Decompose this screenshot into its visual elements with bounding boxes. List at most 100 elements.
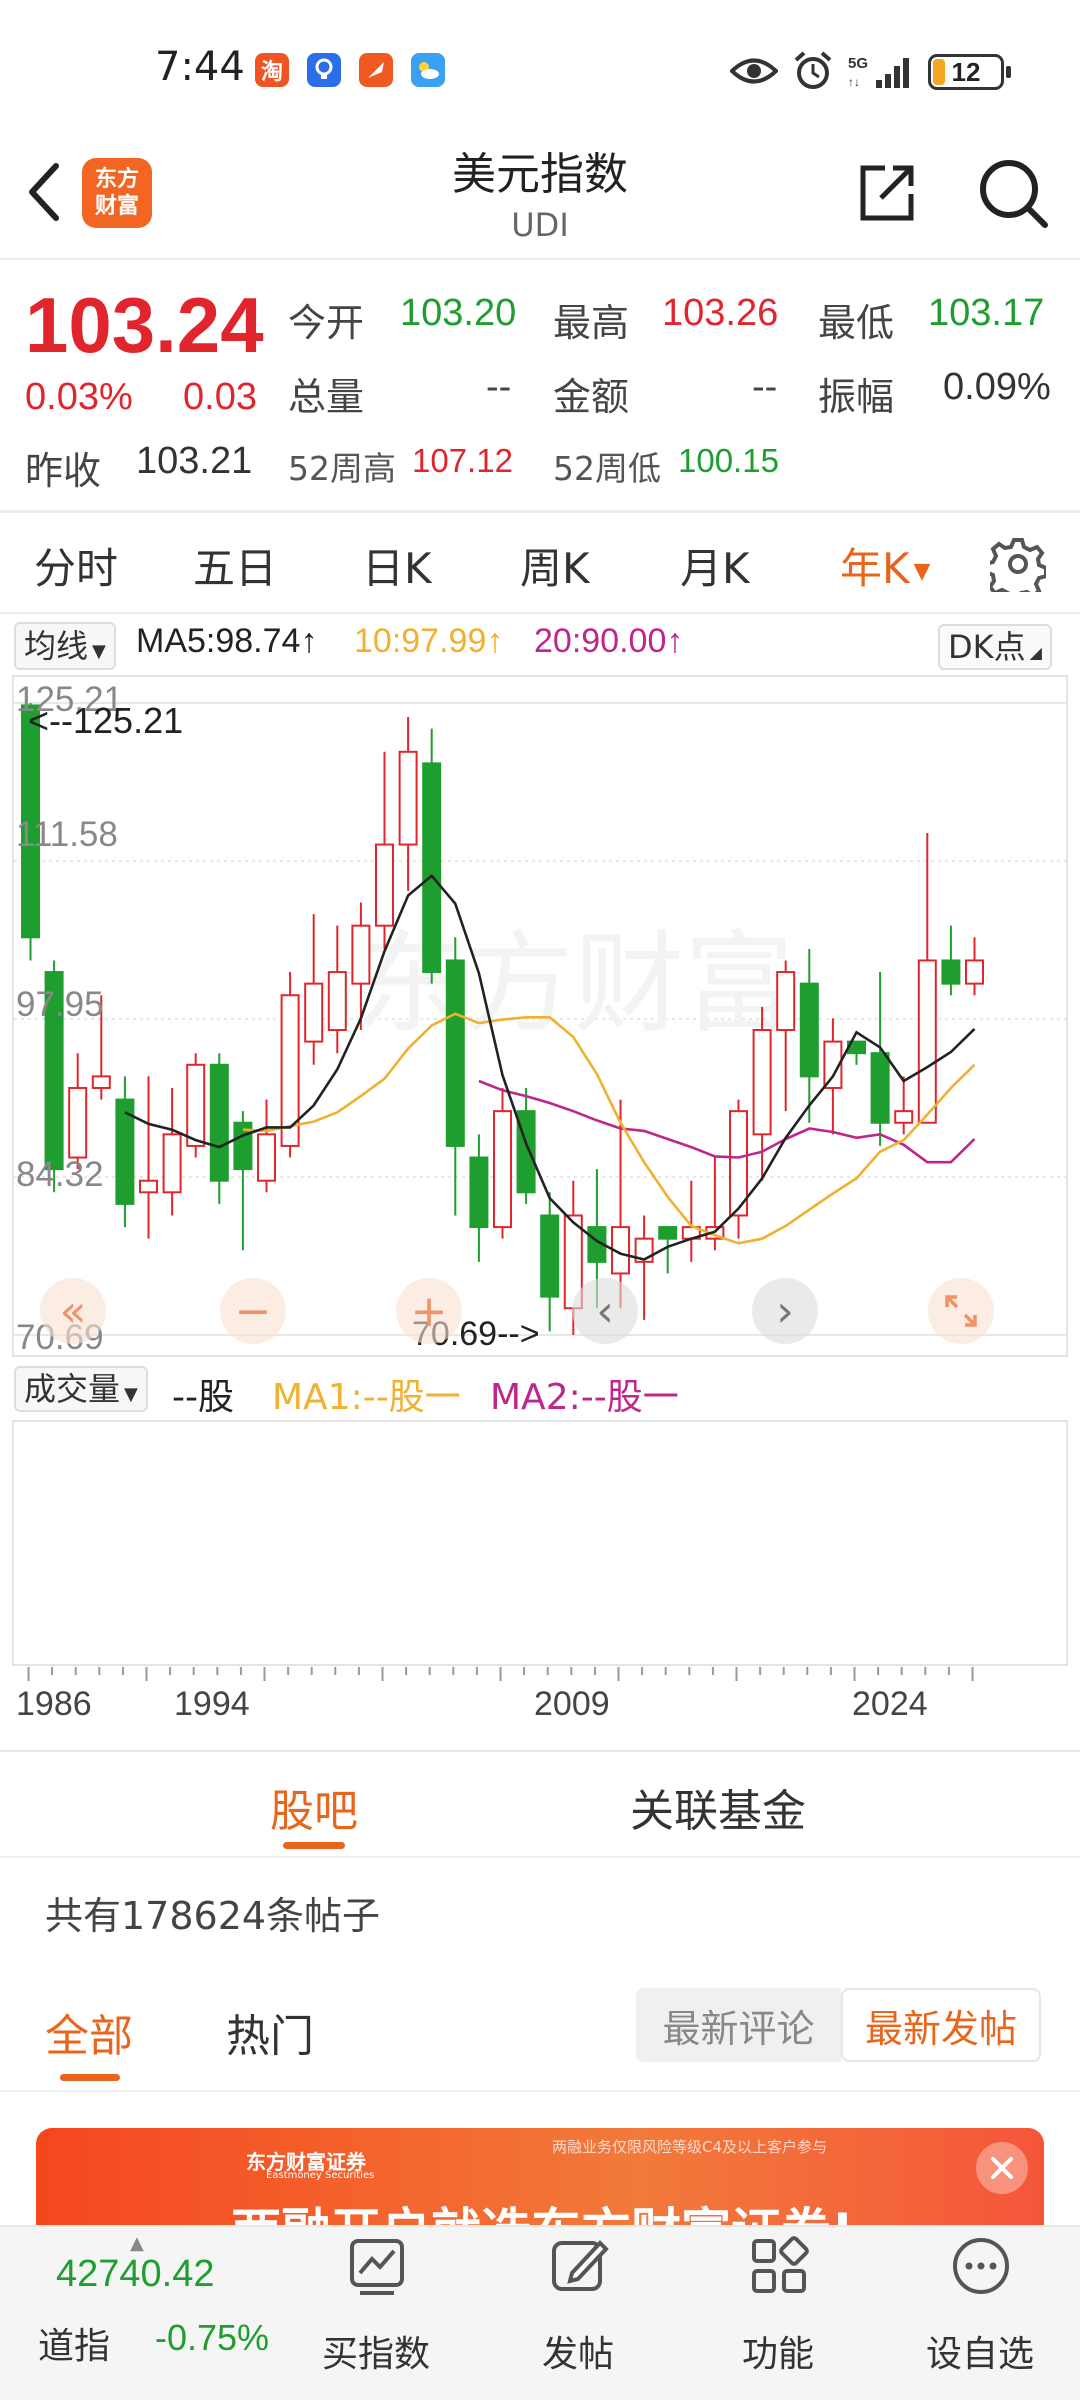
candle-body — [658, 1226, 678, 1240]
zoom-out-button[interactable]: − — [220, 1278, 286, 1344]
chevron-up-icon: ▲ — [130, 2233, 144, 2254]
candle-body — [469, 1156, 489, 1229]
candle-body — [209, 1063, 229, 1182]
open-value: 103.20 — [400, 292, 517, 334]
nav-functions-label: 功能 — [741, 2334, 814, 2375]
dk-point-button[interactable]: DK点 ◢ — [938, 624, 1052, 670]
low-value: 103.17 — [928, 292, 1045, 334]
candle-body — [540, 1214, 560, 1298]
prev-close-label: 昨收 — [25, 449, 102, 493]
scroll-left-fast-button[interactable]: « — [40, 1278, 106, 1344]
tab-guba-underline — [283, 1842, 345, 1849]
nav-buy-index-label: 买指数 — [321, 2334, 430, 2375]
volume-chart[interactable] — [12, 1420, 1068, 1666]
w52-low-label: 52周低 — [553, 449, 661, 488]
candle-body — [351, 924, 371, 985]
candle-body — [375, 843, 394, 927]
candle-body — [776, 971, 796, 1032]
candle-body — [327, 971, 347, 1032]
volume-selector-label: 成交量 — [24, 1370, 121, 1408]
dk-point-label: DK点 — [948, 628, 1026, 666]
caret-down-icon: ▼ — [92, 641, 106, 662]
ma5-value: MA5:98.74↑ — [136, 622, 318, 660]
index-ticker[interactable]: ▲ 42740.42 道指 -0.75% — [0, 2225, 290, 2400]
more-icon — [953, 2238, 1009, 2294]
ma10-value: 10:97.99↑ — [354, 622, 504, 660]
svg-text:↑↓: ↑↓ — [848, 75, 860, 89]
candle-body — [68, 1086, 88, 1159]
nav-add-watchlist[interactable]: 设自选 — [910, 2225, 1050, 2400]
nav-add-watchlist-label: 设自选 — [925, 2334, 1034, 2375]
high-value: 103.26 — [662, 292, 779, 334]
kline-chart[interactable]: 东方财富 — [12, 675, 1068, 1357]
candle-body — [162, 1133, 182, 1194]
status-time: 7:44 — [155, 44, 245, 90]
candle-body — [186, 1063, 206, 1147]
volume-selector[interactable]: 成交量 ▼ — [14, 1366, 148, 1412]
tab-yearly-k[interactable]: 年K ▼ — [840, 535, 930, 596]
tab-guba[interactable]: 股吧 — [270, 1775, 358, 1839]
w52-high-label: 52周高 — [288, 449, 396, 488]
watermark: 东方财富 — [354, 920, 794, 1048]
tab-daily-k[interactable]: 日K — [362, 535, 432, 596]
tab-weekly-k[interactable]: 周K — [520, 535, 590, 596]
close-icon — [991, 2157, 1013, 2179]
feather-icon — [359, 53, 393, 87]
promo-banner[interactable]: 东方财富证券 Eastmoney Securities 两融业务仅限风险等级C4… — [36, 2128, 1044, 2228]
nav-buy-index[interactable]: 买指数 — [306, 2225, 446, 2400]
share-icon — [860, 165, 914, 221]
candle-body — [445, 959, 465, 1147]
nav-post[interactable]: 发帖 — [508, 2225, 648, 2400]
search-button[interactable] — [975, 155, 1051, 235]
amplitude-label: 振幅 — [818, 375, 895, 419]
candle-body — [91, 1075, 111, 1089]
x-tick-3: 2024 — [852, 1685, 928, 1723]
bulb-icon — [307, 53, 341, 87]
ma-selector[interactable]: 均线 ▼ — [14, 622, 116, 670]
tab-intraday[interactable]: 分时 — [34, 535, 118, 596]
nav-functions[interactable]: 功能 — [708, 2225, 848, 2400]
ma-selector-label: 均线 — [24, 627, 89, 665]
scroll-right-button[interactable]: › — [752, 1278, 818, 1344]
max-price-label: <--125.21 — [28, 700, 184, 741]
zoom-in-button[interactable]: + — [396, 1278, 462, 1344]
fullscreen-button[interactable] — [928, 1278, 994, 1344]
battery-level: 12 — [951, 57, 981, 87]
tab-related-funds[interactable]: 关联基金 — [630, 1775, 806, 1839]
tab-hot-posts[interactable]: 热门 — [226, 2000, 314, 2064]
banner-brand-en: Eastmoney Securities — [266, 2170, 375, 2181]
weather-icon — [411, 53, 445, 87]
w52-high-value: 107.12 — [412, 442, 513, 479]
y-tick-2: 97.95 — [16, 985, 104, 1024]
candle-body — [752, 1029, 772, 1136]
y-tick-1: 111.58 — [16, 815, 118, 854]
banner-close-button[interactable] — [976, 2142, 1028, 2194]
candle-body — [304, 982, 324, 1043]
tab-monthly-k[interactable]: 月K — [680, 535, 750, 596]
scroll-left-button[interactable]: ‹ — [572, 1278, 638, 1344]
candle-body — [799, 982, 819, 1078]
chart-icon — [350, 2239, 404, 2295]
tab-five-day[interactable]: 五日 — [193, 535, 277, 596]
candle-body — [398, 750, 418, 846]
eye-icon — [729, 54, 779, 92]
amount-value: -- — [752, 366, 778, 408]
tab-yearly-k-label: 年K — [840, 544, 910, 593]
chart-settings-button[interactable] — [984, 536, 1048, 602]
volume-unit: --股 — [172, 1377, 234, 1418]
tab-all-posts[interactable]: 全部 — [45, 2000, 133, 2064]
candle-body — [422, 762, 442, 974]
candle-body — [139, 1179, 158, 1194]
y-tick-3: 84.32 — [16, 1155, 104, 1194]
candle-body — [894, 1110, 914, 1124]
amount-label: 金额 — [553, 375, 630, 419]
sort-latest-post[interactable]: 最新发帖 — [841, 1988, 1041, 2062]
share-button[interactable] — [855, 160, 919, 228]
volume-value: -- — [486, 366, 512, 408]
candle-body — [493, 1110, 512, 1229]
open-label: 今开 — [288, 301, 365, 345]
current-price: 103.24 — [25, 281, 264, 369]
sort-latest-comment[interactable]: 最新评论 — [636, 1988, 841, 2062]
tab-all-underline — [60, 2074, 120, 2081]
candle-body — [941, 959, 961, 985]
